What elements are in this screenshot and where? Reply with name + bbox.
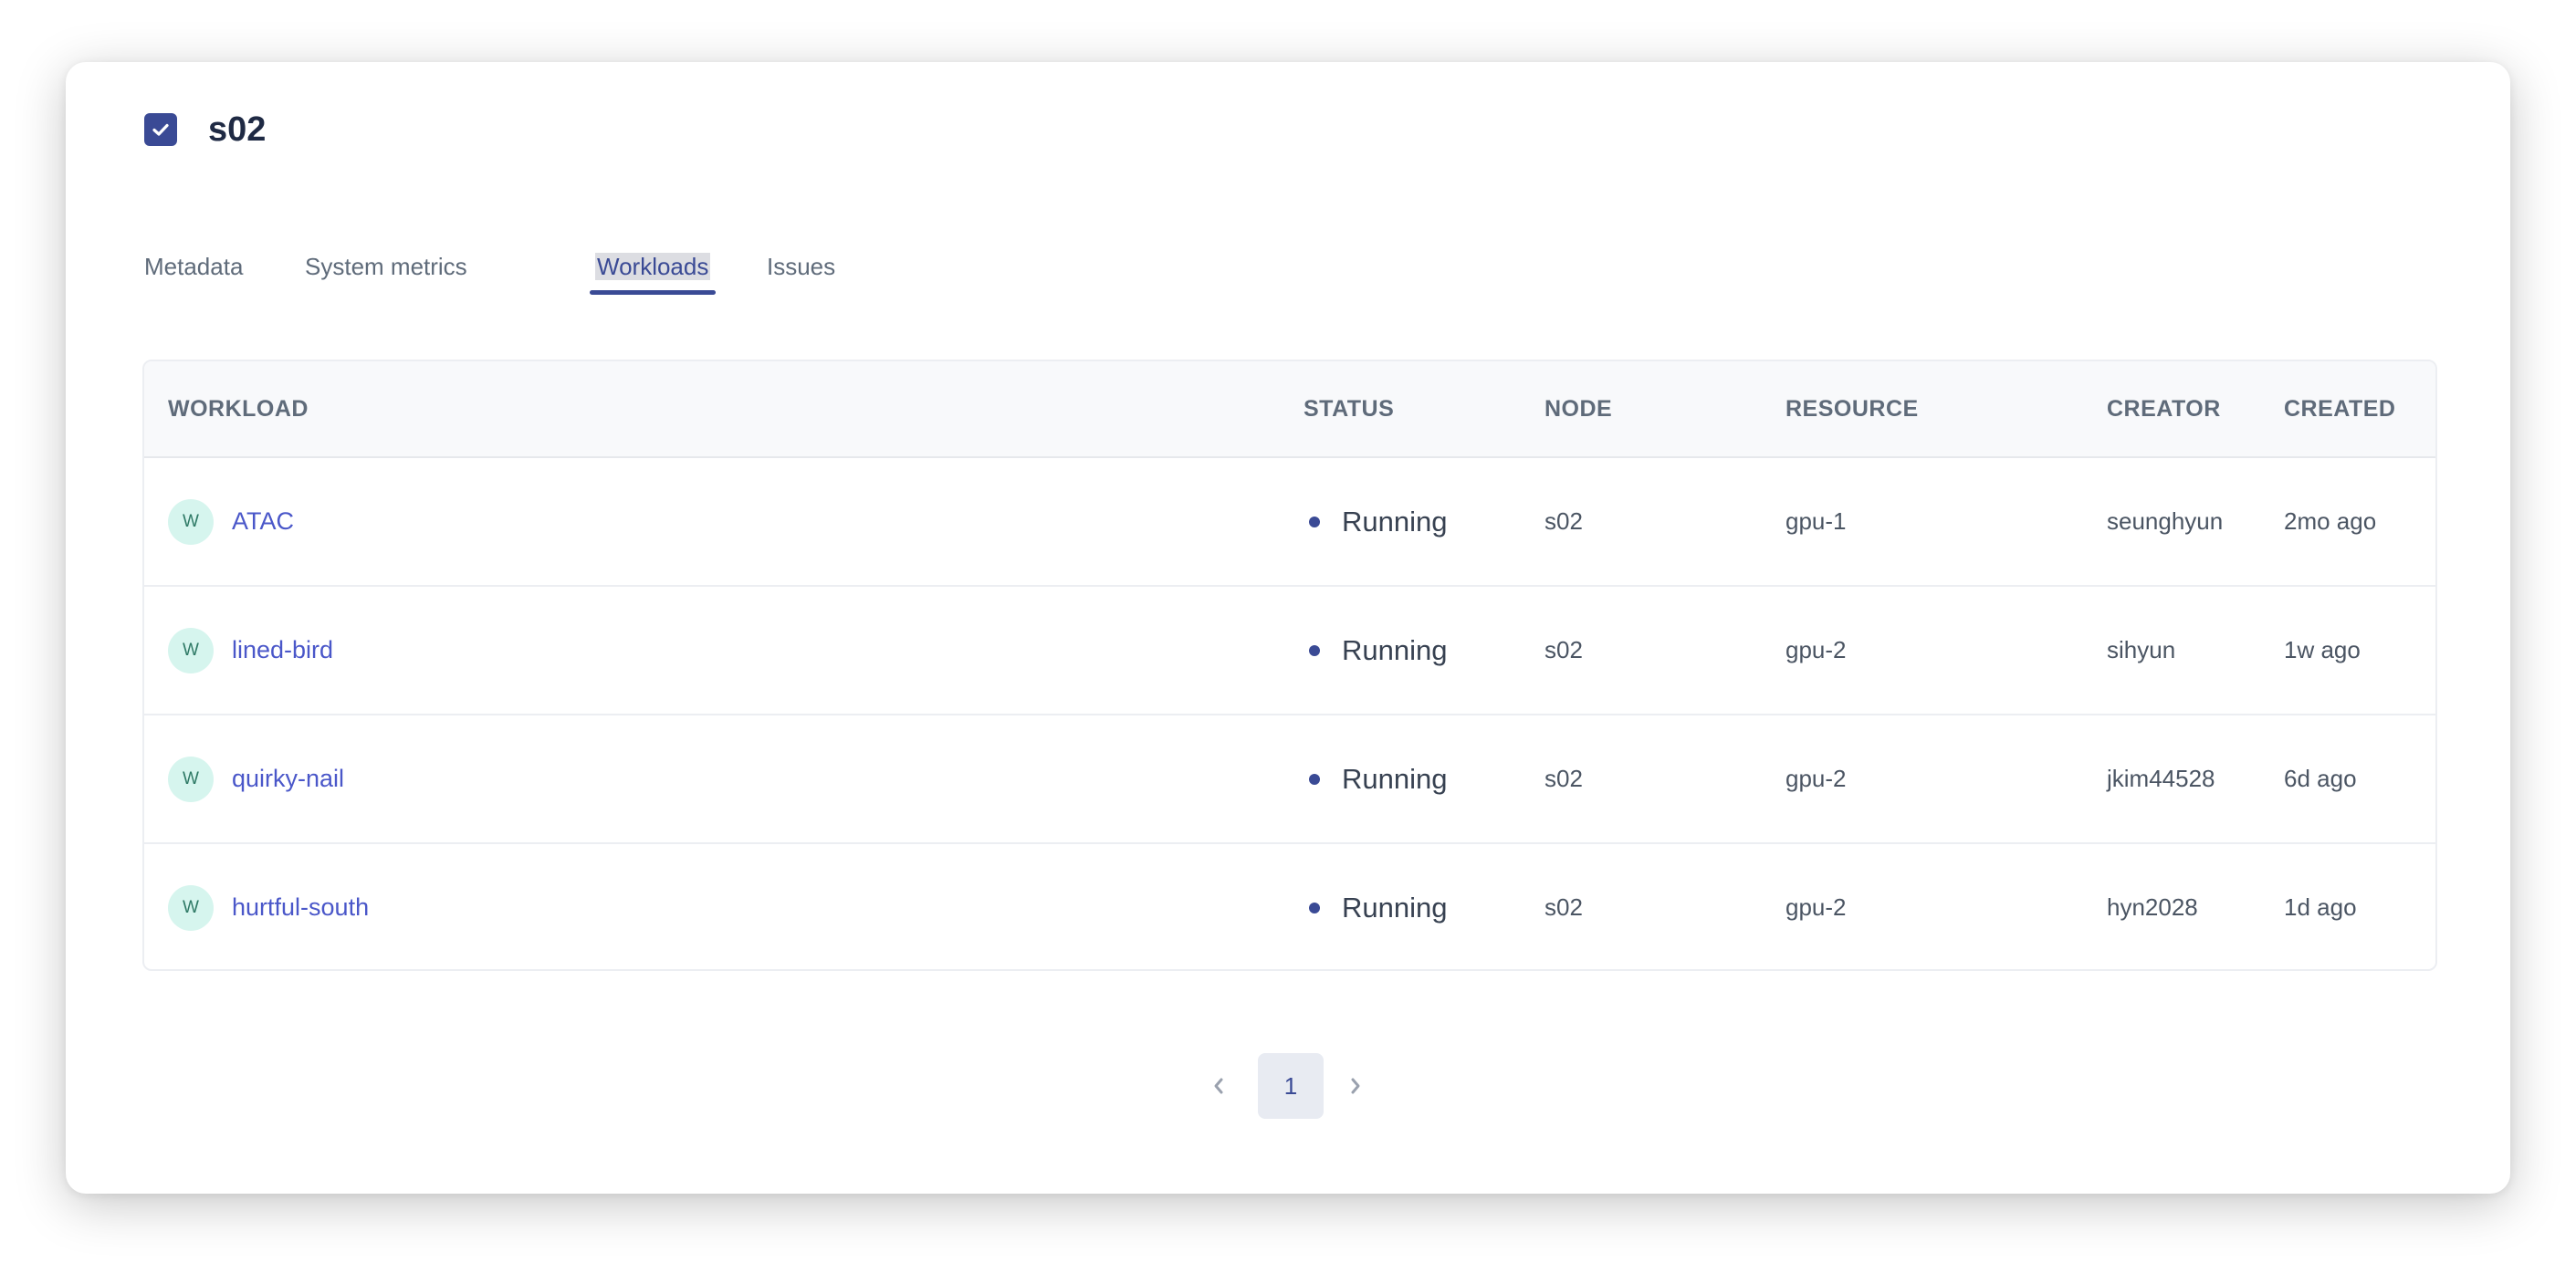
column-header-created[interactable]: CREATED (2284, 361, 2395, 456)
table-row[interactable]: W quirky-nail Running s02 gpu-2 jkim4452… (144, 715, 2435, 844)
avatar: W (168, 756, 214, 802)
tab-label: Workloads (595, 253, 711, 280)
column-header-status[interactable]: STATUS (1304, 361, 1394, 456)
avatar: W (168, 884, 214, 931)
tab-metadata[interactable]: Metadata (144, 248, 243, 285)
resource-cell: gpu-1 (1785, 507, 1847, 535)
column-header-node[interactable]: NODE (1545, 361, 1612, 456)
status-dot-icon (1309, 516, 1320, 527)
chevron-right-icon (1351, 1078, 1360, 1094)
workload-link[interactable]: quirky-nail (232, 765, 344, 793)
status-text: Running (1342, 633, 1448, 666)
workload-cell: W ATAC (168, 458, 294, 585)
select-checkbox[interactable] (144, 113, 177, 146)
workload-cell: W quirky-nail (168, 715, 344, 842)
node-detail-card: s02 Metadata System metrics Workloads Is… (66, 62, 2510, 1194)
node-cell: s02 (1545, 893, 1583, 921)
status-dot-icon (1309, 902, 1320, 913)
created-cell: 1d ago (2284, 893, 2357, 921)
tab-label: System metrics (305, 253, 467, 280)
table-row[interactable]: W hurtful-south Running s02 gpu-2 hyn202… (144, 844, 2435, 969)
creator-cell: sihyun (2107, 636, 2176, 663)
column-header-creator[interactable]: CREATOR (2107, 361, 2221, 456)
workload-link[interactable]: hurtful-south (232, 893, 369, 922)
next-page-button[interactable] (1333, 1053, 1378, 1119)
workload-link[interactable]: ATAC (232, 507, 294, 536)
status-dot-icon (1309, 644, 1320, 656)
active-tab-indicator (590, 290, 717, 295)
resource-cell: gpu-2 (1785, 636, 1847, 663)
status-cell: Running (1309, 715, 1447, 842)
avatar: W (168, 627, 214, 673)
tab-workloads[interactable]: Workloads (590, 248, 717, 295)
creator-cell: jkim44528 (2107, 765, 2215, 792)
workload-cell: W hurtful-south (168, 844, 369, 969)
node-cell: s02 (1545, 765, 1583, 792)
status-cell: Running (1309, 844, 1448, 969)
status-text: Running (1342, 505, 1448, 538)
chevron-left-icon (1214, 1078, 1223, 1094)
created-cell: 1w ago (2284, 636, 2361, 663)
status-cell: Running (1309, 458, 1447, 585)
tab-label: Issues (767, 253, 836, 280)
page-header: s02 (144, 111, 266, 148)
prev-page-button[interactable] (1196, 1053, 1241, 1119)
table-row[interactable]: W lined-bird Running s02 gpu-2 sihyun 1w… (144, 587, 2435, 715)
table-header: WORKLOAD STATUS NODE RESOURCE CREATOR CR… (144, 361, 2435, 458)
status-cell: Running (1309, 587, 1447, 714)
node-cell: s02 (1545, 636, 1583, 663)
resource-cell: gpu-2 (1785, 765, 1847, 792)
table-row[interactable]: W ATAC Running s02 gpu-1 seunghyun 2mo a… (144, 458, 2435, 587)
workload-link[interactable]: lined-bird (232, 636, 333, 664)
status-text: Running (1342, 762, 1448, 795)
page-title: s02 (208, 110, 267, 149)
page-1-button[interactable]: 1 (1258, 1053, 1324, 1119)
column-header-workload[interactable]: WORKLOAD (168, 361, 309, 456)
avatar: W (168, 498, 214, 545)
node-cell: s02 (1545, 507, 1583, 535)
tab-issues[interactable]: Issues (767, 248, 835, 285)
tab-label: Metadata (144, 253, 244, 280)
workload-cell: W lined-bird (168, 587, 333, 714)
status-text: Running (1342, 891, 1448, 924)
checkmark-icon (152, 123, 169, 136)
column-header-resource[interactable]: RESOURCE (1785, 361, 1919, 456)
creator-cell: hyn2028 (2107, 893, 2198, 921)
tab-system-metrics[interactable]: System metrics (305, 248, 467, 285)
created-cell: 2mo ago (2284, 507, 2377, 535)
created-cell: 6d ago (2284, 765, 2357, 792)
status-dot-icon (1309, 773, 1320, 785)
workloads-table: WORKLOAD STATUS NODE RESOURCE CREATOR CR… (142, 360, 2437, 971)
resource-cell: gpu-2 (1785, 893, 1847, 921)
creator-cell: seunghyun (2107, 507, 2224, 535)
